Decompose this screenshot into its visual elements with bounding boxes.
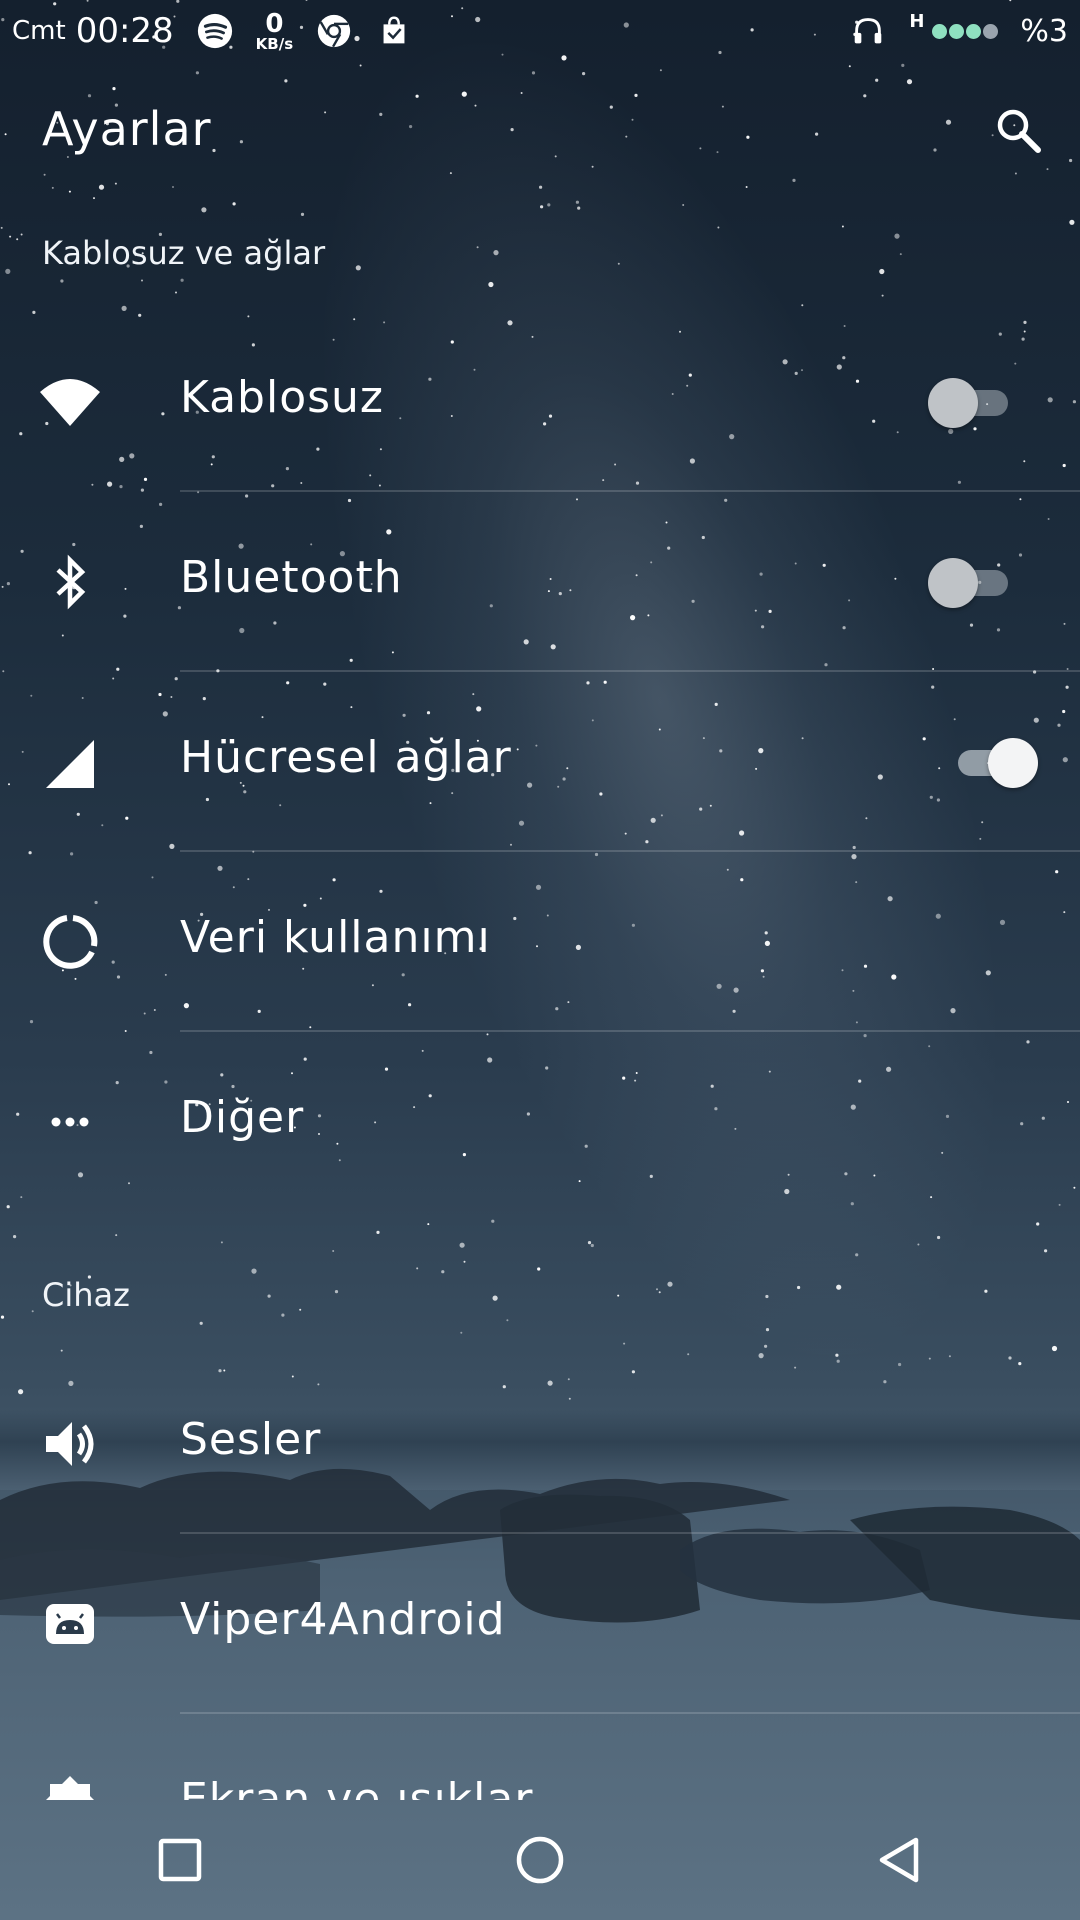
headphones-icon (855, 18, 882, 44)
battery-level: %3 (1020, 13, 1068, 49)
wifi-icon (40, 379, 100, 426)
settings-item-label: Hücresel ağlar (180, 732, 512, 783)
recents-button[interactable] (145, 1825, 215, 1895)
settings-item-label: Diğer (180, 1092, 305, 1143)
settings-item-bluetooth[interactable]: Bluetooth (0, 492, 1080, 672)
wifi-toggle[interactable] (928, 376, 1018, 428)
settings-item-viper4android[interactable]: Viper4Android (0, 1534, 1080, 1714)
settings-item-label: Ekran ve ışıklar (180, 1774, 534, 1800)
volume-icon (46, 1422, 94, 1466)
home-button[interactable] (505, 1825, 575, 1895)
search-icon[interactable] (990, 102, 1046, 158)
display-icon (46, 1776, 94, 1800)
back-button[interactable] (865, 1825, 935, 1895)
settings-item-more[interactable]: Diğer (0, 1032, 1080, 1212)
network-speed-value: 0 (265, 8, 284, 39)
bluetooth-icon (56, 554, 86, 610)
settings-item-label: Sesler (180, 1414, 322, 1465)
settings-item-wifi[interactable]: Kablosuz (0, 312, 1080, 492)
status-bar-right: H %3 (849, 10, 1068, 50)
app-bar: Ayarlar (0, 62, 1080, 202)
settings-screen: Cmt 00:28 0 KB/s H %3 Ayarlar Kablosuz v… (0, 0, 1080, 1920)
cellular-toggle[interactable] (948, 736, 1038, 788)
settings-item-display[interactable]: Ekran ve ışıklar (0, 1714, 1080, 1800)
settings-item-label: Kablosuz (180, 372, 385, 423)
chrome-icon (317, 14, 351, 48)
status-bar: Cmt 00:28 0 KB/s H %3 (0, 0, 1080, 62)
page-title: Ayarlar (42, 102, 212, 156)
settings-item-data-usage[interactable]: Veri kullanımı (0, 852, 1080, 1032)
section-header-device: Cihaz (42, 1276, 130, 1314)
network-speed: 0 KB/s (256, 11, 293, 52)
recents-square-icon (158, 1838, 202, 1882)
network-type: H (909, 10, 925, 32)
status-bar-left: Cmt 00:28 0 KB/s (12, 11, 413, 52)
settings-item-label: Bluetooth (180, 552, 403, 603)
section-header-wireless: Kablosuz ve ağlar (42, 234, 326, 272)
navigation-bar (0, 1800, 1080, 1920)
data-usage-icon (43, 915, 98, 969)
status-day: Cmt (12, 16, 66, 46)
shopping-bag-icon (383, 16, 405, 44)
bluetooth-toggle[interactable] (928, 556, 1018, 608)
signal-strength-icon (932, 23, 999, 39)
home-circle-icon (516, 1836, 564, 1884)
cellular-signal-icon (46, 740, 94, 788)
network-speed-unit: KB/s (255, 34, 294, 53)
settings-item-cellular[interactable]: Hücresel ağlar (0, 672, 1080, 852)
spotify-icon (197, 13, 232, 49)
status-time: 00:28 (75, 11, 174, 51)
settings-item-sounds[interactable]: Sesler (0, 1354, 1080, 1534)
settings-item-label: Viper4Android (180, 1594, 506, 1645)
back-triangle-icon (879, 1837, 919, 1883)
settings-item-label: Veri kullanımı (180, 912, 491, 963)
more-dots-icon (51, 1117, 89, 1127)
android-icon (46, 1604, 94, 1644)
